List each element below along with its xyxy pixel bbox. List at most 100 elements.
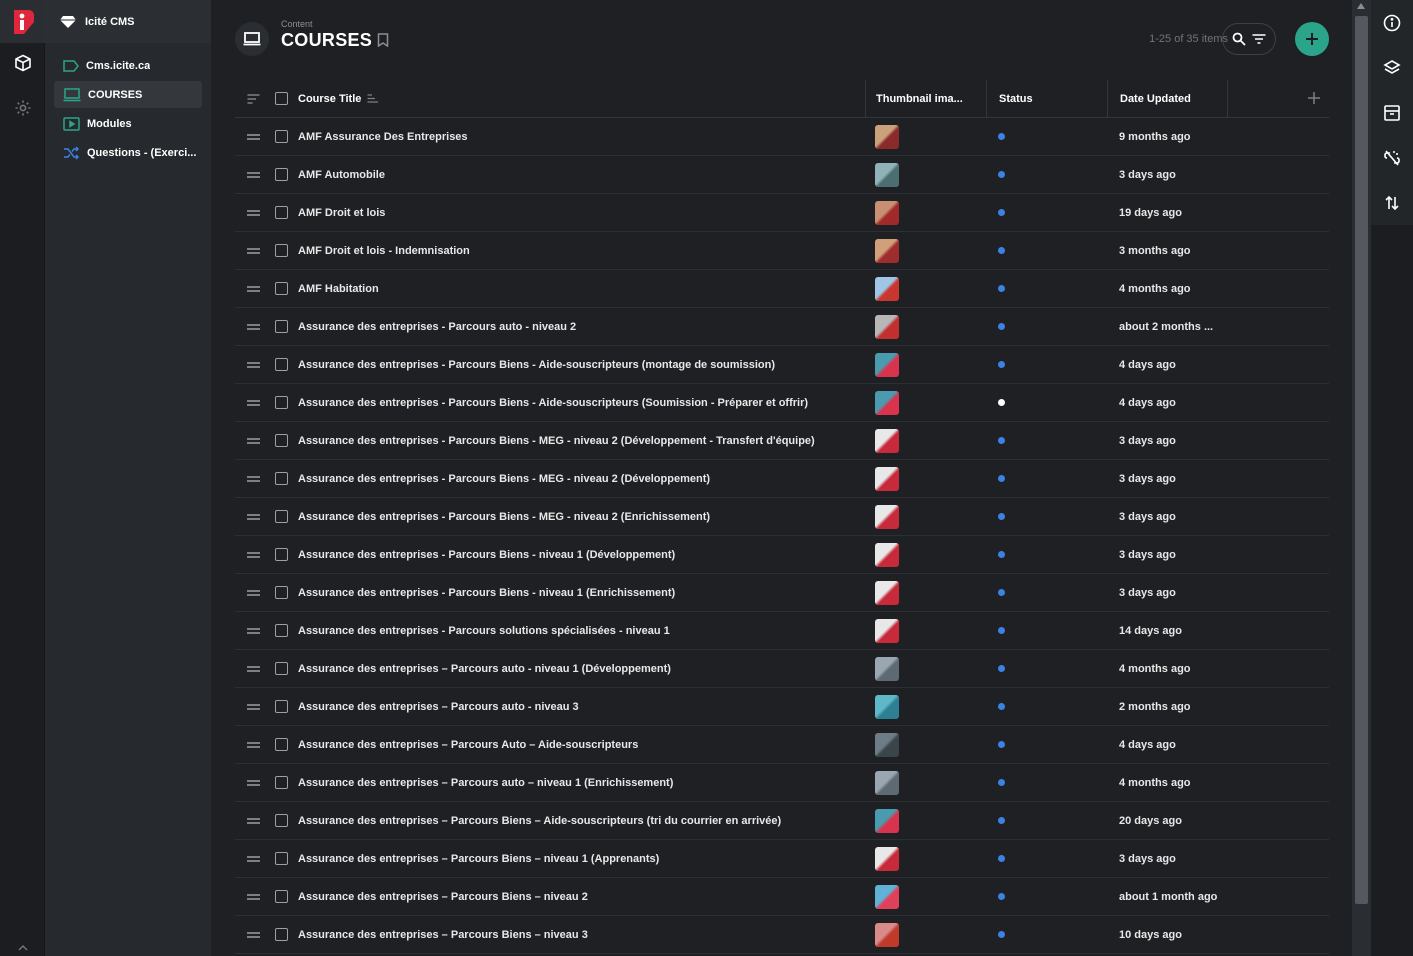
table-row[interactable]: Assurance des entreprises – Parcours Bie…	[235, 802, 1329, 840]
bookmark-icon[interactable]	[377, 33, 389, 52]
drag-handle[interactable]	[235, 308, 275, 346]
table-row[interactable]: AMF Droit et lois - Indemnisation 3 mont…	[235, 232, 1329, 270]
sidebar-item-cms-icite[interactable]: Cms.icite.ca	[54, 52, 202, 79]
sort-manual-button[interactable]	[235, 80, 275, 118]
scroll-up-arrow[interactable]	[1357, 3, 1365, 9]
row-checkbox[interactable]	[275, 878, 298, 916]
column-header-title[interactable]: Course Title	[298, 80, 865, 118]
drag-handle[interactable]	[235, 688, 275, 726]
table-row[interactable]: AMF Assurance Des Entreprises 9 months a…	[235, 118, 1329, 156]
column-header-date[interactable]: Date Updated	[1107, 79, 1227, 118]
scrollbar[interactable]	[1352, 0, 1371, 956]
table-row[interactable]: AMF Droit et lois 19 days ago	[235, 194, 1329, 232]
revisions-button[interactable]	[1371, 180, 1413, 225]
row-checkbox[interactable]	[275, 726, 298, 764]
table-row[interactable]: Assurance des entreprises - Parcours Bie…	[235, 346, 1329, 384]
row-checkbox[interactable]	[275, 536, 298, 574]
row-checkbox[interactable]	[275, 194, 298, 232]
table-row[interactable]: Assurance des entreprises – Parcours Bie…	[235, 916, 1329, 954]
drag-handle[interactable]	[235, 194, 275, 232]
user-menu-button[interactable]	[0, 942, 45, 956]
table-row[interactable]: Assurance des entreprises - Parcours Bie…	[235, 498, 1329, 536]
row-checkbox[interactable]	[275, 422, 298, 460]
drag-handle[interactable]	[235, 460, 275, 498]
drag-handle[interactable]	[235, 840, 275, 878]
sidebar-item-courses[interactable]: COURSES	[54, 81, 202, 108]
table-row[interactable]: Assurance des entreprises - Parcours Bie…	[235, 536, 1329, 574]
row-checkbox[interactable]	[275, 764, 298, 802]
row-checkbox[interactable]	[275, 460, 298, 498]
add-field-button[interactable]	[1307, 91, 1321, 105]
drag-handle[interactable]	[235, 156, 275, 194]
sidebar-item-modules[interactable]: Modules	[54, 110, 202, 137]
drag-handle[interactable]	[235, 574, 275, 612]
table-row[interactable]: Assurance des entreprises – Parcours aut…	[235, 650, 1329, 688]
icite-logo[interactable]	[0, 0, 45, 43]
table-row[interactable]: Assurance des entreprises - Parcours Bie…	[235, 460, 1329, 498]
drag-handle[interactable]	[235, 764, 275, 802]
row-checkbox[interactable]	[275, 574, 298, 612]
sidebar-item-questions[interactable]: Questions - (Exerci...	[54, 139, 202, 166]
table-row[interactable]: AMF Automobile 3 days ago	[235, 156, 1329, 194]
drag-handle[interactable]	[235, 650, 275, 688]
row-checkbox[interactable]	[275, 688, 298, 726]
drag-handle[interactable]	[235, 878, 275, 916]
scrollbar-thumb[interactable]	[1355, 16, 1368, 904]
row-checkbox[interactable]	[275, 840, 298, 878]
drag-handle[interactable]	[235, 536, 275, 574]
table-row[interactable]: Assurance des entreprises – Parcours Bie…	[235, 878, 1329, 916]
project-switcher[interactable]: Icité CMS	[45, 0, 211, 43]
row-checkbox[interactable]	[275, 650, 298, 688]
table-row[interactable]: Assurance des entreprises - Parcours Bie…	[235, 422, 1329, 460]
archive-button[interactable]	[1371, 90, 1413, 135]
row-checkbox[interactable]	[275, 498, 298, 536]
row-checkbox[interactable]	[275, 916, 298, 954]
row-checkbox[interactable]	[275, 308, 298, 346]
row-checkbox[interactable]	[275, 232, 298, 270]
table-row[interactable]: Assurance des entreprises – Parcours Aut…	[235, 726, 1329, 764]
status-dot	[998, 361, 1005, 368]
drag-handle[interactable]	[235, 916, 275, 954]
collection-icon-button[interactable]	[235, 22, 269, 56]
table-row[interactable]: Assurance des entreprises - Parcours aut…	[235, 308, 1329, 346]
drag-handle[interactable]	[235, 802, 275, 840]
search-filter-button[interactable]	[1222, 23, 1276, 55]
info-button[interactable]	[1371, 0, 1413, 45]
unlink-button[interactable]	[1371, 135, 1413, 180]
add-item-button[interactable]	[1295, 22, 1329, 56]
drag-handle[interactable]	[235, 612, 275, 650]
select-all-checkbox[interactable]	[275, 80, 298, 118]
drag-handle[interactable]	[235, 118, 275, 156]
table-row[interactable]: Assurance des entreprises - Parcours sol…	[235, 612, 1329, 650]
drag-handle[interactable]	[235, 270, 275, 308]
layers-button[interactable]	[1371, 45, 1413, 90]
table-row[interactable]: Assurance des entreprises – Parcours aut…	[235, 688, 1329, 726]
drag-handle-icon	[247, 209, 260, 216]
row-checkbox[interactable]	[275, 612, 298, 650]
table-row[interactable]: AMF Habitation 4 months ago	[235, 270, 1329, 308]
column-header-status[interactable]: Status	[986, 79, 1107, 118]
row-checkbox[interactable]	[275, 346, 298, 384]
row-checkbox[interactable]	[275, 156, 298, 194]
drag-handle[interactable]	[235, 726, 275, 764]
course-title: AMF Droit et lois	[298, 206, 386, 219]
drag-handle-icon	[247, 323, 260, 330]
drag-handle[interactable]	[235, 346, 275, 384]
row-checkbox[interactable]	[275, 118, 298, 156]
row-checkbox[interactable]	[275, 270, 298, 308]
row-checkbox[interactable]	[275, 802, 298, 840]
table-row[interactable]: Assurance des entreprises - Parcours Bie…	[235, 384, 1329, 422]
column-header-thumbnail[interactable]: Thumbnail ima...	[865, 79, 986, 118]
drag-handle[interactable]	[235, 232, 275, 270]
table-row[interactable]: Assurance des entreprises – Parcours aut…	[235, 764, 1329, 802]
drag-handle[interactable]	[235, 384, 275, 422]
content-module-button[interactable]	[0, 43, 45, 88]
table-row[interactable]: Assurance des entreprises - Parcours Bie…	[235, 574, 1329, 612]
settings-module-button[interactable]	[0, 88, 45, 133]
table-row[interactable]: Assurance des entreprises – Parcours Bie…	[235, 840, 1329, 878]
drag-handle[interactable]	[235, 498, 275, 536]
thumbnail-cell	[865, 460, 986, 498]
drag-handle[interactable]	[235, 422, 275, 460]
row-checkbox[interactable]	[275, 384, 298, 422]
main-content: Content COURSES 1-25 of 35 items Course …	[211, 0, 1352, 956]
